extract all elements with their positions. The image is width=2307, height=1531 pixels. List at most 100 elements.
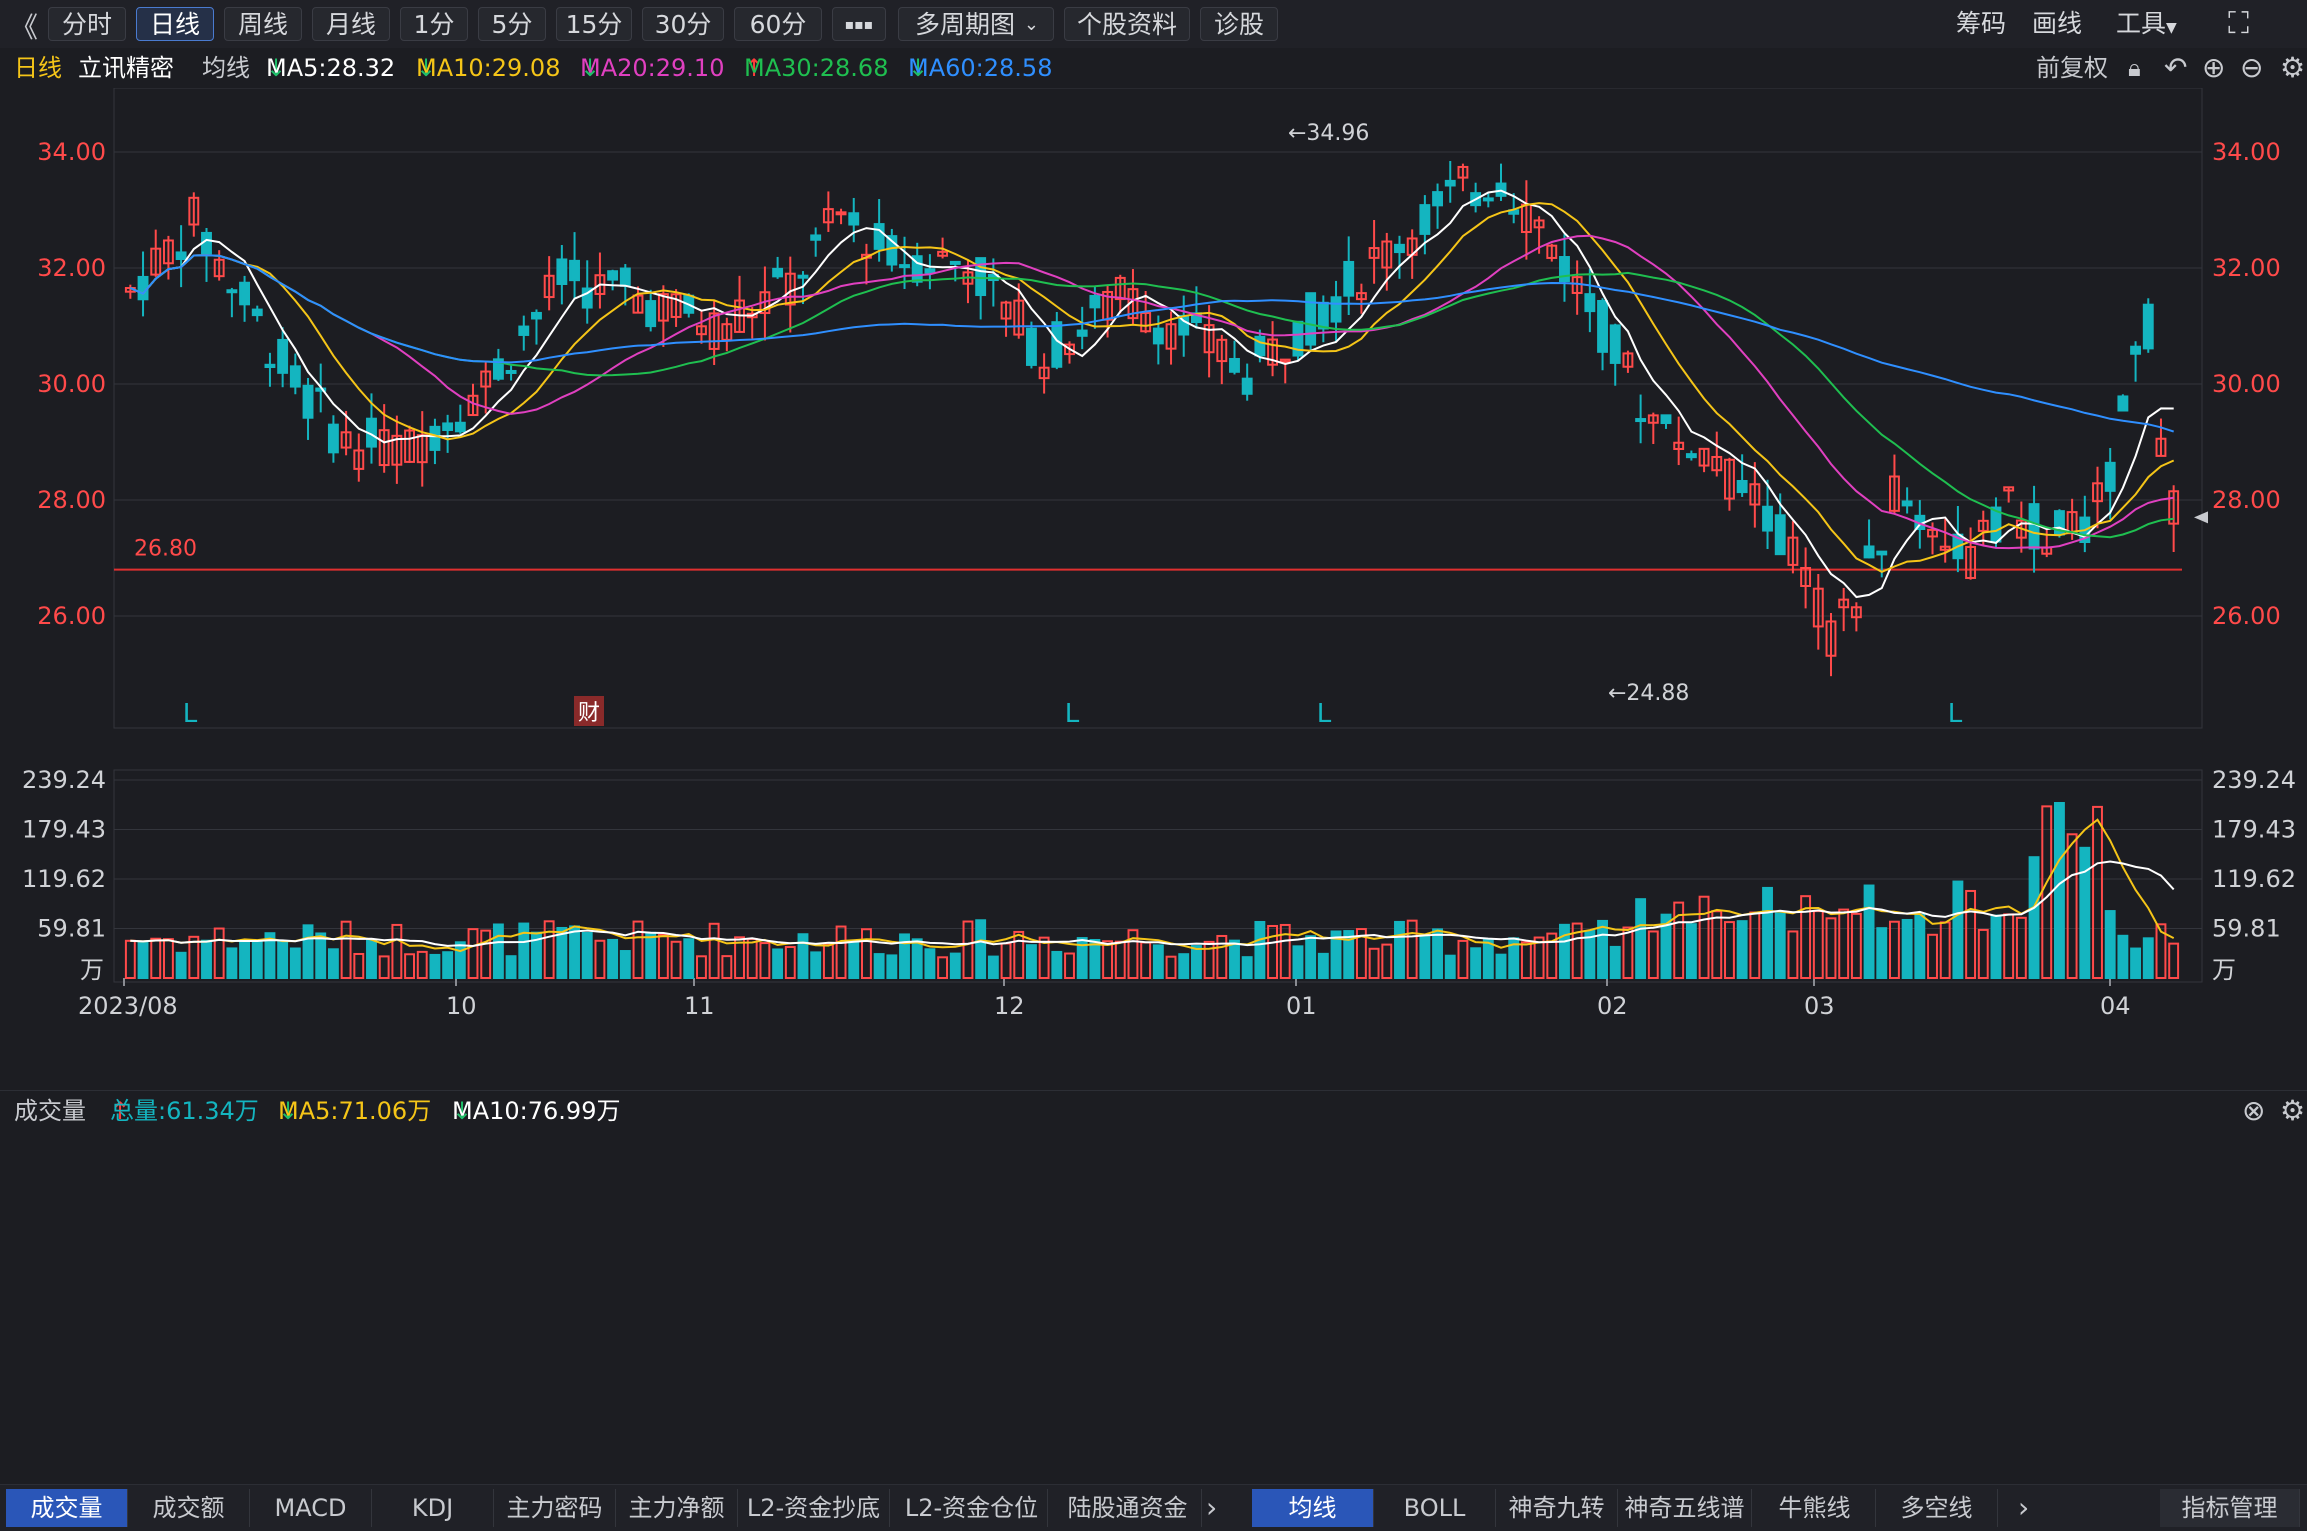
candle-body[interactable] [1660,414,1672,425]
overlay-tab-0[interactable]: 均线 [1252,1489,1374,1527]
volume-bar[interactable] [1457,939,1469,980]
volume-bar[interactable] [1901,918,1913,980]
volume-bar[interactable] [2003,913,2015,980]
volume-bar[interactable] [277,939,289,979]
volume-bar[interactable] [696,955,707,980]
indicator-tab-2[interactable]: MACD [250,1489,372,1527]
indicator-manage-button[interactable]: 指标管理 [2160,1489,2300,1527]
volume-bar[interactable] [1368,947,1380,979]
double-chevron-left-icon[interactable]: 《 [10,6,38,46]
volume-bar[interactable] [924,948,936,980]
volume-bar[interactable] [937,956,949,980]
volume-bar[interactable] [1647,930,1659,980]
volume-bar[interactable] [137,941,149,980]
volume-bar[interactable] [1152,944,1164,979]
candle-body[interactable] [239,281,251,306]
volume-bar[interactable] [772,948,784,980]
volume-bar[interactable] [1749,911,1761,979]
volume-bar[interactable] [404,953,415,980]
candle-body[interactable] [1330,296,1342,323]
volume-bar[interactable] [1863,884,1875,979]
candle-body[interactable] [619,267,631,287]
l-marker[interactable]: L [1065,699,1080,729]
period-button-3[interactable]: 月线 [312,7,390,41]
volume-bar[interactable] [239,941,251,980]
candle-body[interactable] [2117,395,2129,412]
tabs-left-next-icon[interactable]: › [1206,1491,1217,1524]
period-button-1[interactable]: 日线 [136,7,214,41]
volume-bar[interactable] [1698,895,1710,980]
volume-bar[interactable] [949,952,961,979]
candle-body[interactable] [2130,345,2142,355]
period-button-4[interactable]: 1分 [400,7,468,41]
volume-bar[interactable] [1229,939,1240,980]
chips-button[interactable]: 筹码 [1956,7,2006,41]
volume-bar[interactable] [150,937,162,979]
volume-title[interactable]: 成交量 [14,1091,86,1131]
candle-body[interactable] [2028,503,2040,550]
volume-bar[interactable] [1889,920,1900,979]
volume-bar[interactable] [569,925,580,979]
candle-body[interactable] [1419,204,1431,235]
volume-bar[interactable] [1774,912,1786,980]
candle-body[interactable] [607,270,619,281]
l-marker[interactable]: L [1948,699,1963,729]
candle-body[interactable] [1394,243,1405,254]
volume-bar[interactable] [1495,953,1507,979]
volume-bar[interactable] [1051,950,1063,980]
candle-body[interactable] [797,274,809,279]
candle-body[interactable] [873,223,885,250]
candle-body[interactable] [454,421,466,433]
volume-bar[interactable] [721,955,733,979]
candle-body[interactable] [2104,461,2116,492]
period-button-0[interactable]: 分时 [48,7,126,41]
lock-icon[interactable]: 🔒︎ [2128,48,2141,88]
volume-bar[interactable] [1559,923,1570,979]
volume-bar[interactable] [1876,927,1888,979]
volume-bar[interactable] [784,946,796,980]
volume-bar[interactable] [226,947,238,980]
candle-body[interactable] [1305,292,1317,346]
finance-marker[interactable]: 财 [578,701,600,726]
volume-bar[interactable] [201,939,212,979]
volume-bar[interactable] [1013,930,1025,980]
indicator-tab-3[interactable]: KDJ [372,1489,494,1527]
volume-bar[interactable] [1419,935,1431,980]
volume-bar[interactable] [2168,942,2180,979]
volume-bar[interactable] [1711,910,1723,979]
tools-button[interactable]: 工具▼ [2116,7,2177,41]
volume-bar[interactable] [1724,921,1735,979]
volume-bar[interactable] [619,950,631,979]
volume-bar[interactable] [1520,941,1532,980]
volume-bar[interactable] [1838,908,1850,979]
volume-bar[interactable] [2015,916,2027,980]
indicator-tab-7[interactable]: L2-资金仓位 [896,1489,1048,1527]
kline-chart[interactable]: 34.00 34.00 32.00 32.00 30.00 30.00 28.00 28.00… [0,88,2307,1090]
volume-bar[interactable] [2041,805,2053,979]
volume-bar[interactable] [2028,856,2040,980]
volume-bar[interactable] [1216,934,1228,979]
overlay-tab-3[interactable]: 神奇五线谱 [1618,1489,1752,1527]
volume-bar[interactable] [1089,938,1101,980]
draw-line-button[interactable]: 画线 [2032,7,2082,41]
volume-bar[interactable] [1381,943,1393,980]
volume-bar[interactable] [645,931,657,979]
candle-body[interactable] [175,251,187,261]
volume-bar[interactable] [1622,926,1634,979]
volume-bar[interactable] [1990,914,2002,979]
fullscreen-icon[interactable]: ⛶ [2228,7,2249,41]
indicator-tab-6[interactable]: L2-资金抄底 [738,1489,890,1527]
volume-bar[interactable] [2117,934,2129,980]
volume-bar[interactable] [1914,913,1926,979]
volume-bar[interactable] [2092,805,2103,979]
candle-body[interactable] [1152,327,1164,345]
volume-bar[interactable] [708,922,720,979]
volume-bar[interactable] [378,955,390,979]
candle-body[interactable] [899,264,910,269]
candle-body[interactable] [1762,505,1773,532]
overlay-tab-1[interactable]: BOLL [1374,1489,1496,1527]
candle-body[interactable] [949,260,961,265]
candle-body[interactable] [251,308,263,317]
candle-body[interactable] [645,300,657,328]
candle-body[interactable] [1609,324,1621,364]
